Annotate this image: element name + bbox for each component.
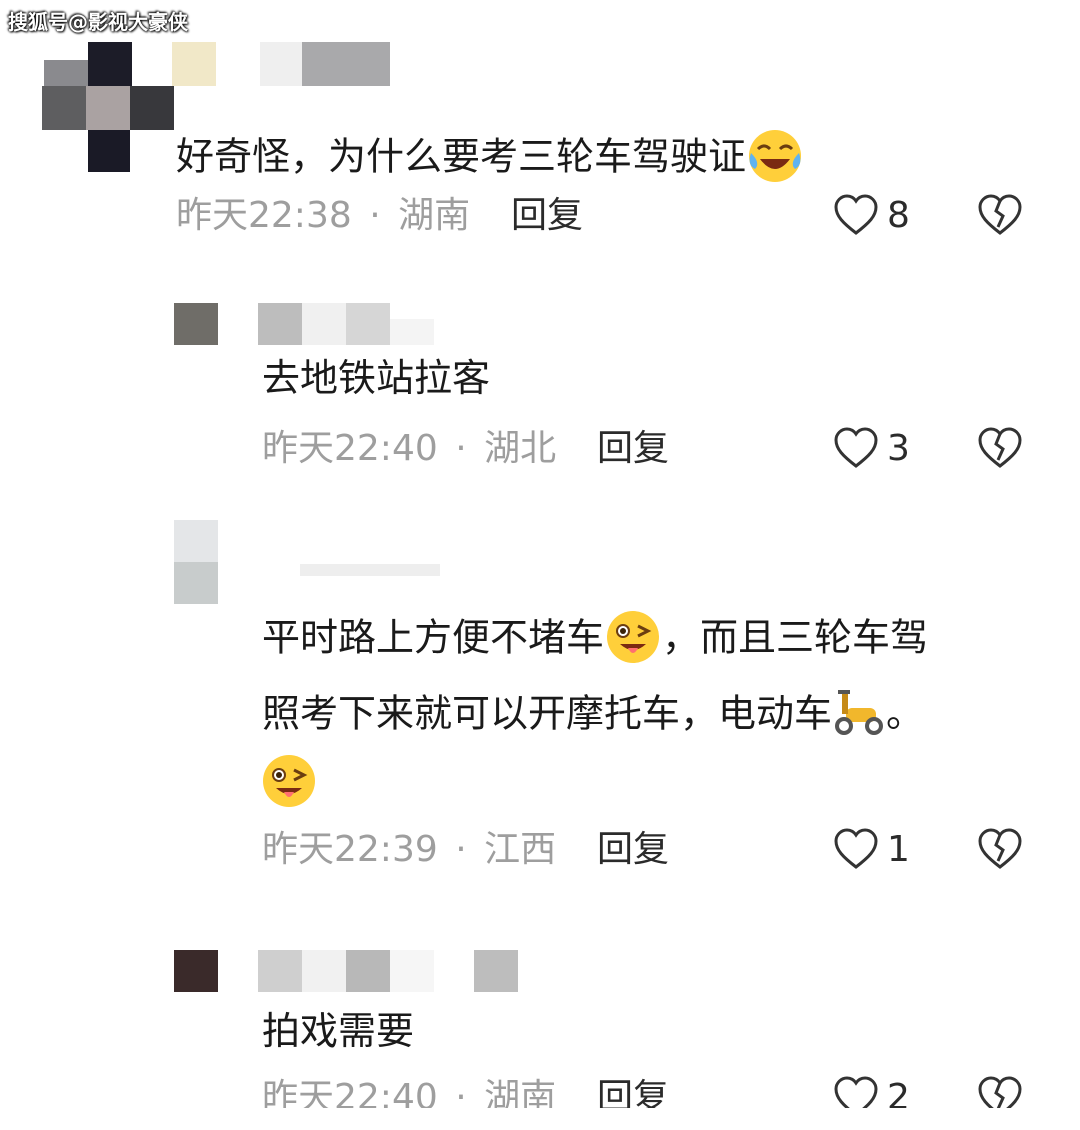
wink-tongue-emoji bbox=[604, 608, 662, 672]
heart-outline-icon[interactable] bbox=[833, 827, 879, 871]
timestamp: 昨天22:39 bbox=[262, 829, 438, 870]
comment-meta: 昨天22:40 · 湖北 bbox=[262, 431, 556, 467]
reply-button[interactable]: 回复 bbox=[597, 832, 669, 868]
username-blurred[interactable] bbox=[300, 560, 440, 578]
broken-heart-icon[interactable] bbox=[977, 426, 1023, 470]
scooter-emoji bbox=[832, 688, 886, 744]
avatar[interactable] bbox=[174, 950, 218, 992]
broken-heart-icon[interactable] bbox=[977, 193, 1023, 237]
location: 江西 bbox=[484, 829, 557, 870]
comment-meta: 昨天22:38 · 湖南 bbox=[176, 198, 470, 234]
like-count: 1 bbox=[887, 829, 910, 870]
comment-text-line-1: 平时路上方便不堵车 ，而且三轮车驾 bbox=[262, 608, 928, 672]
timestamp: 昨天22:40 bbox=[262, 428, 438, 469]
separator: · bbox=[455, 428, 467, 469]
wink-tongue-emoji bbox=[260, 752, 318, 814]
username-blurred[interactable] bbox=[258, 950, 520, 992]
heart-outline-icon[interactable] bbox=[833, 193, 879, 237]
like-count: 8 bbox=[887, 195, 910, 236]
reply-button[interactable]: 回复 bbox=[597, 431, 669, 467]
username-blurred[interactable] bbox=[172, 42, 392, 86]
reply-button[interactable]: 回复 bbox=[511, 198, 583, 234]
comment-meta: 昨天22:39 · 江西 bbox=[262, 832, 556, 868]
comment-text: 去地铁站拉客 bbox=[262, 356, 491, 400]
cry-laugh-emoji bbox=[746, 127, 804, 191]
avatar[interactable] bbox=[174, 303, 218, 345]
comment-text: 拍戏需要 bbox=[262, 1009, 415, 1053]
avatar[interactable] bbox=[42, 42, 174, 174]
watermark: 搜狐号@影视大豪侠 bbox=[8, 10, 188, 34]
comment-text-line-2: 照考下来就可以开摩托车，电动车 。 bbox=[262, 688, 924, 744]
location: 湖南 bbox=[398, 195, 471, 236]
like-count: 3 bbox=[887, 428, 910, 469]
bottom-crop-edge bbox=[0, 1108, 1080, 1130]
heart-outline-icon[interactable] bbox=[833, 426, 879, 470]
broken-heart-icon[interactable] bbox=[977, 827, 1023, 871]
separator: · bbox=[455, 829, 467, 870]
comment-text: 好奇怪，为什么要考三轮车驾驶证 bbox=[176, 127, 804, 191]
avatar[interactable] bbox=[174, 520, 218, 604]
timestamp: 昨天22:38 bbox=[176, 195, 352, 236]
separator: · bbox=[369, 195, 381, 236]
username-blurred[interactable] bbox=[258, 303, 438, 345]
location: 湖北 bbox=[484, 428, 557, 469]
